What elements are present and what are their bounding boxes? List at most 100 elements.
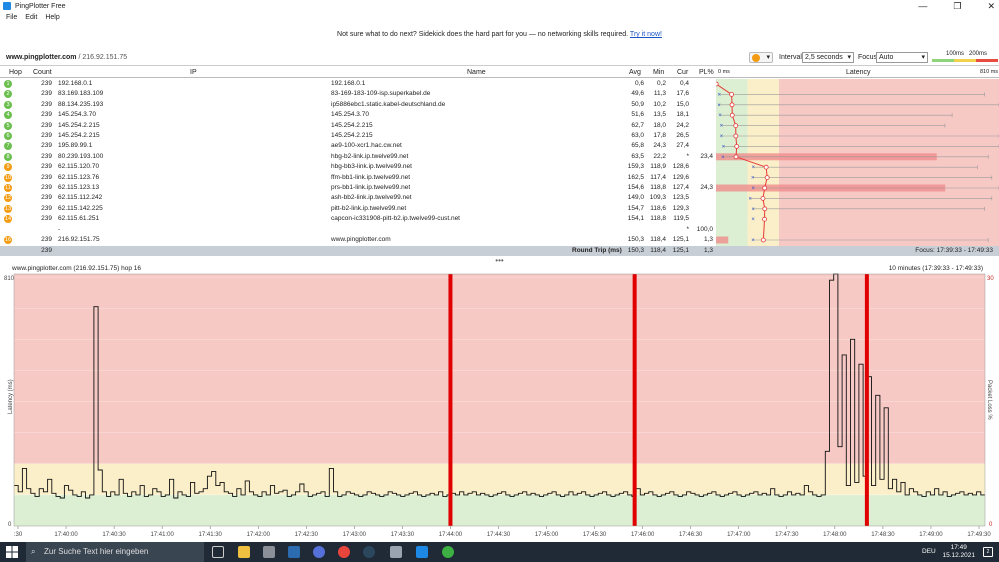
header-ip[interactable]: IP (190, 69, 197, 76)
table-row[interactable]: - * 100,0 (0, 225, 716, 235)
pingplotter-taskbar-icon[interactable] (416, 546, 428, 558)
graph-title: www.pingplotter.com (216.92.151.75) hop … (12, 265, 142, 272)
x-tick-label: 17:45:00 (535, 532, 559, 538)
ip-cell: 62.115.120.70 (58, 163, 100, 171)
roundtrip-label: Round Trip (ms) (572, 247, 622, 254)
x-tick-label: 17:41:30 (199, 532, 223, 538)
name-cell: 83-169-183-109-isp.superkabel.de (331, 90, 431, 98)
y-axis-label: Latency (ms) (8, 379, 14, 414)
app-icon-9[interactable] (442, 546, 454, 558)
hop-number: 3 (4, 100, 12, 109)
header-min[interactable]: Min (653, 69, 664, 76)
name-cell: ffm-bb1-link.ip.twelve99.net (331, 173, 411, 181)
chrome-icon[interactable] (338, 546, 350, 558)
cur-cell: 27,4 (676, 142, 689, 150)
x-tick-label: 17:42:30 (295, 532, 319, 538)
table-row[interactable]: 1 239 192.168.0.1 192.168.0.1 0,6 0,2 0,4 (0, 79, 716, 89)
table-row[interactable]: 2 239 83.169.183.109 83-169-183-109-isp.sup… (0, 89, 716, 99)
taskbar-search[interactable]: ⌕ Zur Suche Text hier eingeben (26, 542, 204, 562)
table-row[interactable]: 13 239 62.115.142.225 pitt-b2-link.ip.twelv… (0, 204, 716, 214)
avg-cell: 62,7 (631, 121, 644, 129)
avg-cell: 50,9 (631, 100, 644, 108)
min-cell: 118,8 (650, 184, 666, 191)
app-icon-2[interactable] (263, 546, 275, 558)
name-cell: 192.168.0.1 (331, 80, 366, 87)
table-row[interactable]: 16 239 216.92.151.75 www.pingplotter.com 150… (0, 235, 716, 245)
interval-select[interactable]: 2,5 seconds ▾ (802, 52, 854, 63)
table-row[interactable]: 3 239 88.134.235.193 ip5886ebc1.static.kabe… (0, 100, 716, 110)
header-pl[interactable]: PL% (699, 69, 714, 76)
cur-cell: 26,5 (676, 132, 689, 139)
legend-green (932, 59, 954, 62)
latency-time-graph[interactable]: :30 17:40:00 17:40:30 17:41:00 17:41:30 17:42… (0, 272, 999, 542)
target-label: www.pingplotter.com / 216.92.151.75 (6, 54, 127, 61)
trace-table-header: Hop Count IP Name Avg Min Cur PL% 0 ms L… (0, 68, 999, 78)
header-avg[interactable]: Avg (629, 69, 641, 76)
pause-icon (752, 54, 760, 62)
avg-latency-point (763, 164, 769, 170)
min-cell: 13,5 (653, 111, 666, 119)
cur-cell: 127,4 (672, 184, 689, 191)
cur-cell: 129,3 (672, 204, 689, 212)
focus-label: Focus (858, 54, 878, 61)
table-row[interactable]: 5 239 145.254.2.215 145.254.2.215 62,7 18,0 24… (0, 121, 716, 131)
min-cell: 118,4 (650, 236, 666, 243)
avg-cell: 63,0 (631, 132, 644, 139)
windows-start-icon[interactable] (6, 546, 18, 558)
pl-cell: 23,4 (700, 152, 713, 160)
table-row[interactable]: 7 239 195.89.99.1 ae9-100-xcr1.hac.cw.net 65… (0, 141, 716, 151)
table-row[interactable]: 8 239 80.239.193.100 hbg-b2-link.ip.twelve9… (0, 152, 716, 162)
file-explorer-icon[interactable] (238, 546, 250, 558)
avg-latency-point (760, 237, 766, 243)
min-marker: × (751, 176, 755, 182)
roundtrip-cur: 125,1 (672, 247, 689, 254)
minimize-button[interactable]: — (918, 0, 927, 12)
menu-help[interactable]: Help (45, 14, 59, 21)
app-icon-4[interactable] (313, 546, 325, 558)
close-button[interactable]: ✕ (987, 0, 995, 12)
try-it-now-link[interactable]: Try it now! (630, 31, 662, 38)
table-row[interactable]: 4 239 145.254.3.70 145.254.3.70 51,6 13,5 18,1 (0, 110, 716, 120)
count-cell: 239 (41, 194, 52, 202)
y-right-axis-label: Packet Loss % (986, 380, 992, 420)
notification-icon[interactable]: 2 (983, 547, 993, 557)
table-row[interactable]: 12 239 62.115.112.242 ash-bb2-link.ip.twelv… (0, 193, 716, 203)
steam-icon[interactable] (363, 546, 375, 558)
x-tick-label: 17:44:30 (487, 532, 511, 538)
min-marker: × (721, 155, 725, 161)
name-cell: hbg-b2-link.ip.twelve99.net (331, 152, 409, 160)
menu-file[interactable]: File (6, 14, 17, 21)
header-latency[interactable]: Latency (846, 69, 871, 76)
min-marker: × (751, 238, 755, 244)
header-count[interactable]: Count (33, 69, 52, 76)
legend-red (976, 59, 998, 62)
count-cell: 239 (41, 121, 52, 129)
task-view-icon[interactable] (212, 546, 224, 558)
header-cur[interactable]: Cur (677, 69, 688, 76)
app-icon-7[interactable] (390, 546, 402, 558)
menu-edit[interactable]: Edit (25, 14, 37, 21)
roundtrip-avg: 150,3 (627, 247, 644, 254)
table-row[interactable]: 14 239 62.115.61.251 capcon-ic331908-pitt-b… (0, 214, 716, 224)
legend-yellow (954, 59, 976, 62)
avg-latency-point (760, 196, 766, 201)
notification-count: 2 (986, 549, 990, 555)
taskbar: ⌕ Zur Suche Text hier eingeben DEU 17:49… (0, 542, 999, 562)
focus-select[interactable]: Auto ▾ (876, 52, 928, 63)
clock[interactable]: 17:49 15.12.2021 (942, 544, 975, 560)
pl-cell: 1,3 (703, 236, 713, 243)
cur-cell: 129,6 (672, 173, 689, 181)
count-cell: 239 (41, 236, 52, 243)
interval-value: 2,5 seconds (805, 54, 843, 61)
input-language[interactable]: DEU (922, 548, 936, 555)
table-row[interactable]: 6 239 145.254.2.215 145.254.2.215 63,0 17,8 26… (0, 131, 716, 141)
app-icon-3[interactable] (288, 546, 300, 558)
header-name[interactable]: Name (467, 69, 486, 76)
hop-number: 9 (4, 163, 12, 172)
table-row[interactable]: 11 239 62.115.123.13 prs-bb1-link.ip.twelve… (0, 183, 716, 193)
maximize-button[interactable]: ❐ (953, 0, 961, 12)
pause-button[interactable]: ▾ (749, 52, 773, 63)
table-row[interactable]: 10 239 62.115.123.76 ffm-bb1-link.ip.twelve… (0, 173, 716, 183)
table-row[interactable]: 9 239 62.115.120.70 hbg-bb3-link.ip.twelve9… (0, 162, 716, 172)
header-hop[interactable]: Hop (9, 69, 22, 76)
